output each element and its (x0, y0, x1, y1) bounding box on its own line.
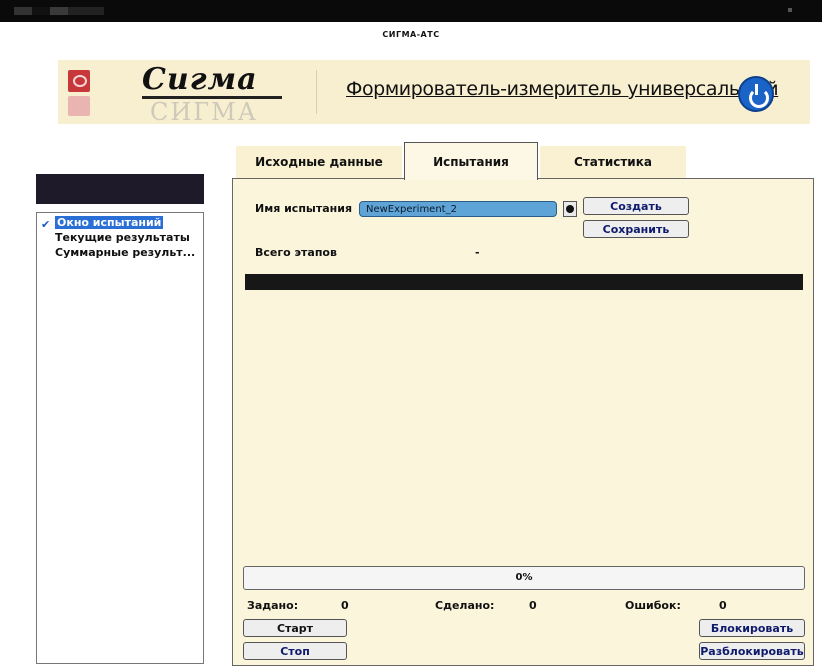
set-label: Задано: (247, 599, 299, 612)
stop-button[interactable]: Стоп (243, 642, 347, 660)
tab-statistics[interactable]: Статистика (540, 146, 686, 178)
checkmark-icon: ✔ (41, 218, 51, 231)
power-icon[interactable] (738, 76, 774, 112)
experiment-name-label: Имя испытания (255, 202, 353, 215)
logo-mirror-wordmark: СИГМА (150, 98, 258, 126)
sidebar-item-summary-results[interactable]: Суммарные результ... (55, 246, 195, 259)
start-button[interactable]: Старт (243, 619, 347, 637)
block-button[interactable]: Блокировать (699, 619, 805, 637)
done-value: 0 (529, 599, 537, 612)
stages-table-header (245, 274, 803, 290)
sidebar-tree: ✔ Окно испытаний Текущие результаты Сумм… (36, 212, 204, 664)
unblock-button[interactable]: Разблокировать (699, 642, 805, 660)
app-header: Сигма СИГМА Формирователь-измеритель уни… (58, 60, 810, 126)
header-separator (316, 70, 317, 114)
titlebar-controls[interactable] (14, 7, 104, 15)
sidebar: ✔ Окно испытаний Текущие результаты Сумм… (36, 174, 204, 664)
sidebar-header (36, 174, 204, 204)
tab-tests[interactable]: Испытания (404, 142, 538, 180)
progress-bar: 0% (243, 566, 805, 590)
save-button[interactable]: Сохранить (583, 220, 689, 238)
logo-wordmark: Сигма (142, 62, 258, 97)
titlebar-right-marker (788, 8, 792, 12)
set-value: 0 (341, 599, 349, 612)
logo-red-square-icon (68, 70, 90, 92)
progress-text: 0% (515, 572, 533, 583)
tab-bar: Исходные данные Испытания Статистика (236, 140, 686, 180)
stages-value: - (475, 246, 480, 259)
experiment-name-input[interactable] (359, 201, 557, 217)
errors-label: Ошибок: (625, 599, 681, 612)
window-title: СИГМА-АТС (382, 30, 440, 39)
create-button[interactable]: Создать (583, 197, 689, 215)
errors-value: 0 (719, 599, 727, 612)
sidebar-item-test-window[interactable]: Окно испытаний (55, 216, 164, 229)
done-label: Сделано: (435, 599, 495, 612)
tab-source-data[interactable]: Исходные данные (236, 146, 402, 178)
record-dot-icon[interactable] (563, 201, 577, 217)
header-title: Формирователь-измеритель универсальный (346, 78, 779, 100)
tests-panel: Имя испытания Создать Сохранить Всего эт… (232, 178, 814, 666)
logo-pink-square-icon (68, 96, 90, 116)
window-titlebar (0, 0, 822, 22)
sidebar-item-current-results[interactable]: Текущие результаты (55, 231, 190, 244)
stages-label: Всего этапов (255, 246, 337, 259)
